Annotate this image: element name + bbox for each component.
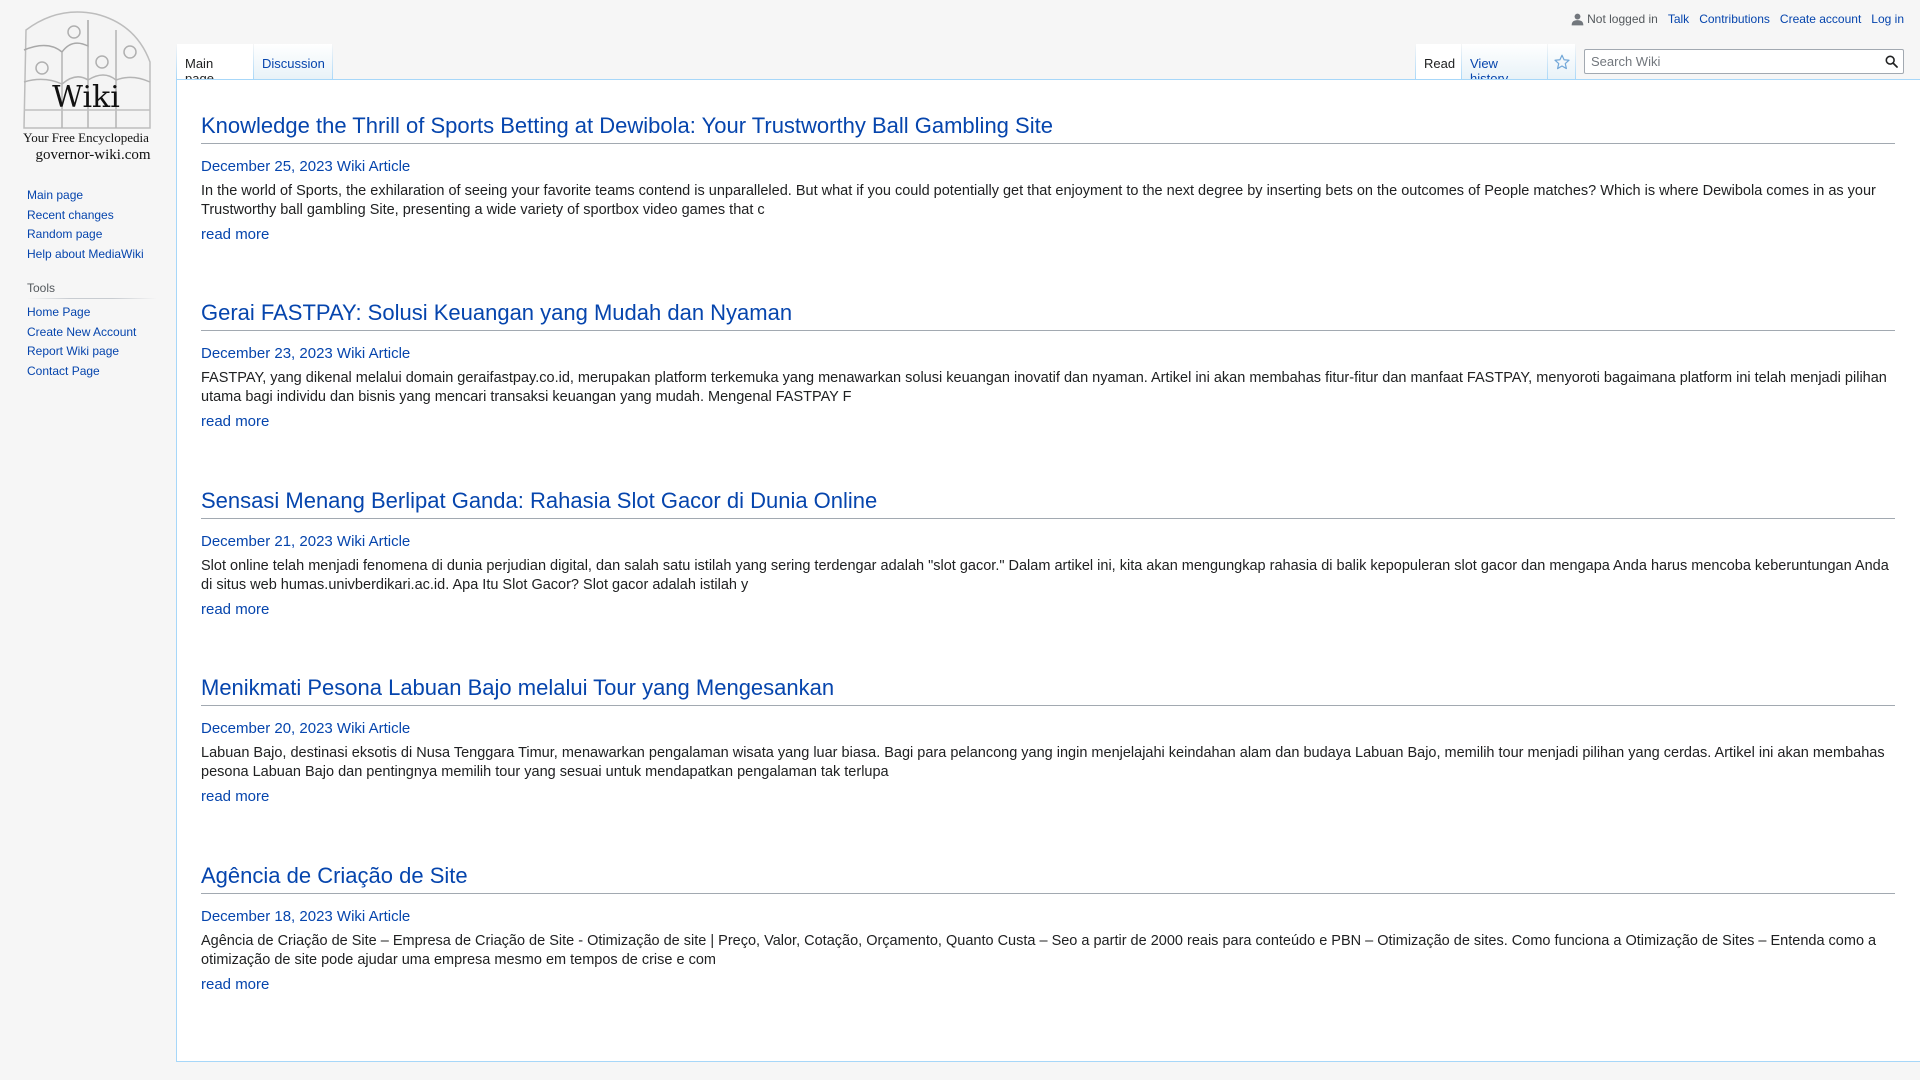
article-excerpt: In the world of Sports, the exhilaration…	[201, 183, 1876, 218]
talk-link[interactable]: Talk	[1668, 12, 1689, 26]
search-input[interactable]	[1585, 51, 1879, 72]
user-icon	[1571, 13, 1584, 25]
sidebar-item-report-page[interactable]: Report Wiki page	[27, 344, 119, 358]
read-more-link[interactable]: read more	[201, 976, 269, 993]
logo-domain: governor-wiki.com	[35, 147, 151, 163]
not-logged-in-label: Not logged in	[1587, 12, 1658, 26]
article-date: December 20, 2023 Wiki Article	[201, 720, 411, 737]
logo-wordmark: Wiki	[52, 80, 120, 115]
article-excerpt: FASTPAY, yang dikenal melalui domain ger…	[201, 370, 1887, 405]
read-more-link[interactable]: read more	[201, 788, 269, 805]
article-date: December 18, 2023 Wiki Article	[201, 908, 411, 925]
article-date: December 21, 2023 Wiki Article	[201, 533, 411, 550]
article-date: December 23, 2023 Wiki Article	[201, 345, 411, 362]
log-in-link[interactable]: Log in	[1871, 12, 1904, 26]
sidebar: Main page Recent changes Random page Hel…	[27, 186, 157, 381]
sidebar-item-help[interactable]: Help about MediaWiki	[27, 247, 144, 261]
search-button[interactable]	[1879, 50, 1903, 73]
article-entry: Sensasi Menang Berlipat Ganda: Rahasia S…	[201, 487, 1895, 619]
search-icon	[1885, 55, 1898, 68]
tools-heading: Tools	[27, 281, 157, 299]
tab-separator	[332, 44, 333, 80]
tab-separator	[1575, 44, 1576, 80]
site-logo[interactable]: Wiki Your Free Encyclopedia governor-wik…	[18, 10, 154, 163]
personal-tools: Not logged in Talk Contributions Create …	[1571, 12, 1904, 26]
article-excerpt: Labuan Bajo, destinasi eksotis di Nusa T…	[201, 745, 1885, 780]
not-logged-in: Not logged in	[1571, 12, 1658, 26]
article-entry: Gerai FASTPAY: Solusi Keuangan yang Muda…	[201, 299, 1895, 431]
sidebar-item-home-page[interactable]: Home Page	[27, 305, 90, 319]
watch-star-button[interactable]	[1548, 44, 1575, 80]
article-title-link[interactable]: Sensasi Menang Berlipat Ganda: Rahasia S…	[201, 488, 877, 513]
sidebar-item-random-page[interactable]: Random page	[27, 227, 102, 241]
article-entry: Agência de Criação de Site December 18, …	[201, 862, 1895, 994]
search-box	[1584, 49, 1904, 74]
read-more-link[interactable]: read more	[201, 226, 269, 243]
main-content: Knowledge the Thrill of Sports Betting a…	[176, 79, 1920, 1062]
star-icon	[1554, 54, 1570, 70]
sidebar-item-main-page[interactable]: Main page	[27, 188, 83, 202]
article-title-link[interactable]: Menikmati Pesona Labuan Bajo melalui Tou…	[201, 675, 834, 700]
article-excerpt: Slot online telah menjadi fenomena di du…	[201, 558, 1889, 593]
navigation-menu: Main page Recent changes Random page Hel…	[27, 186, 157, 264]
article-excerpt: Agência de Criação de Site – Empresa de …	[201, 933, 1877, 968]
article-title-link[interactable]: Knowledge the Thrill of Sports Betting a…	[201, 113, 1053, 138]
article-title-link[interactable]: Agência de Criação de Site	[201, 863, 468, 888]
logo-tagline: Your Free Encyclopedia	[23, 130, 149, 145]
tab-read[interactable]: Read	[1416, 44, 1461, 80]
contributions-link[interactable]: Contributions	[1699, 12, 1770, 26]
tab-discussion[interactable]: Discussion	[254, 44, 332, 80]
tab-main-page[interactable]: Main page	[177, 44, 253, 86]
create-account-link[interactable]: Create account	[1780, 12, 1861, 26]
sidebar-item-recent-changes[interactable]: Recent changes	[27, 208, 114, 222]
sidebar-item-contact-page[interactable]: Contact Page	[27, 364, 100, 378]
tab-view-history[interactable]: View history	[1462, 44, 1547, 86]
article-date: December 25, 2023 Wiki Article	[201, 158, 411, 175]
read-more-link[interactable]: read more	[201, 601, 269, 618]
article-entry: Knowledge the Thrill of Sports Betting a…	[201, 112, 1895, 244]
read-more-link[interactable]: read more	[201, 413, 269, 430]
article-entry: Menikmati Pesona Labuan Bajo melalui Tou…	[201, 674, 1895, 806]
article-title-link[interactable]: Gerai FASTPAY: Solusi Keuangan yang Muda…	[201, 300, 792, 325]
tools-menu: Home Page Create New Account Report Wiki…	[27, 303, 157, 381]
sidebar-item-create-account[interactable]: Create New Account	[27, 325, 136, 339]
